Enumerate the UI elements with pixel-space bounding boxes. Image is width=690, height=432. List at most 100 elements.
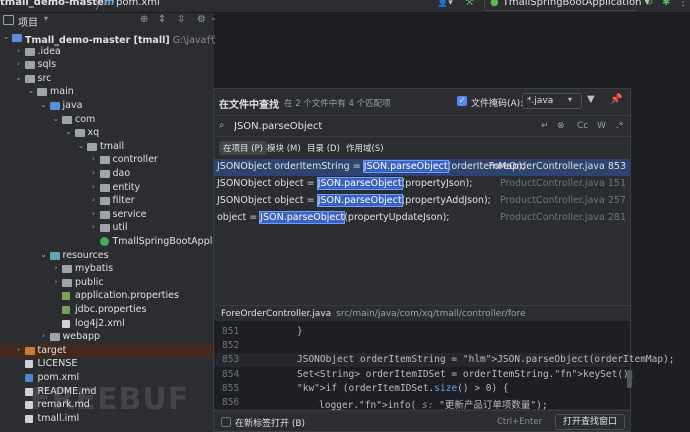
- tree-item-application-properties[interactable]: application.properties: [0, 289, 215, 303]
- line-code: JSONObject orderItemString = "hlm">JSON.…: [297, 354, 675, 366]
- run-config-select[interactable]: ● TmallSpringBootApplication ▾: [484, 0, 650, 11]
- chevron-down-icon[interactable]: ⌄: [40, 100, 48, 109]
- file-mask-select[interactable]: *.java: [522, 93, 582, 109]
- tree-item-license[interactable]: LICENSE: [0, 357, 215, 371]
- tree-item-webapp[interactable]: › webapp: [0, 330, 215, 344]
- breadcrumb-file[interactable]: pom.xml: [116, 0, 160, 8]
- chevron-down-icon[interactable]: ⌄: [2, 32, 10, 41]
- tree-item-controller[interactable]: › controller: [0, 153, 215, 167]
- tree-item-util[interactable]: › util: [0, 221, 215, 235]
- chevron-right-icon[interactable]: ›: [90, 154, 98, 163]
- chevron-right-icon[interactable]: ›: [90, 168, 98, 177]
- search-icon: ⌕: [219, 120, 225, 131]
- result-row[interactable]: JSONObject object = JSON.parseObject(pro…: [214, 176, 630, 193]
- chevron-right-icon[interactable]: ›: [90, 195, 98, 204]
- tree-item-mybatis[interactable]: › mybatis: [0, 262, 215, 276]
- build-hammer-icon[interactable]: ⚒: [465, 0, 474, 8]
- result-row[interactable]: JSONObject orderItemString = JSON.parseO…: [214, 159, 630, 176]
- project-name[interactable]: tmall_demo-master: [0, 0, 109, 8]
- match-case-toggle[interactable]: Cc: [577, 121, 588, 131]
- scope-module-tab[interactable]: 模块 (M): [263, 141, 305, 155]
- tree-item-com[interactable]: ⌄ com: [0, 113, 215, 127]
- line-code: "kw">if (orderItemIDSet.size() > 0) {: [297, 382, 509, 394]
- tree-item-log4j2-xml[interactable]: log4j2.xml: [0, 317, 215, 331]
- tree-item-target[interactable]: › target: [0, 343, 215, 358]
- tree-item-tmall[interactable]: ⌄ tmall: [0, 140, 215, 154]
- expand-all-icon[interactable]: ⇕: [158, 14, 166, 25]
- search-input[interactable]: [234, 119, 534, 133]
- scope-project-tab[interactable]: 在项目 (P): [219, 141, 267, 155]
- tree-item-xq[interactable]: ⌄ xq: [0, 126, 215, 140]
- whole-word-toggle[interactable]: W: [597, 121, 606, 131]
- project-panel-header: 项目 ▾ ⊕ ⇕ ⇳ ⚙ −: [0, 13, 219, 31]
- tree-item-filter[interactable]: › filter: [0, 194, 215, 208]
- open-in-new-tab-label[interactable]: 在新标签打开 (B): [235, 416, 305, 429]
- tree-item-service[interactable]: › service: [0, 208, 215, 222]
- tree-item-tmall-demo-master[interactable]: ⌄Tmall_demo-master [tmall] G:\java代码\系统\…: [0, 31, 270, 46]
- folder-icon: [99, 183, 110, 192]
- chevron-right-icon[interactable]: ›: [52, 263, 60, 272]
- code-preview[interactable]: 851} 852 853 JSONObject orderItemString = "…: [214, 321, 675, 411]
- tree-item-label: webapp: [62, 331, 101, 343]
- tree-item-label: target: [37, 344, 67, 356]
- user-icon[interactable]: 👤▾: [437, 0, 453, 8]
- watermark: FREEBUF: [30, 382, 190, 417]
- tree-item-label: entity: [112, 181, 141, 193]
- rerun-icon[interactable]: ↻: [645, 0, 653, 8]
- collapse-all-icon[interactable]: ⇳: [177, 14, 185, 25]
- chevron-right-icon[interactable]: ›: [52, 277, 60, 286]
- preview-scrollbar[interactable]: [627, 370, 632, 388]
- line-number: 853: [222, 354, 240, 366]
- open-find-window-button[interactable]: 打开查找窗口: [555, 414, 625, 430]
- search-row: ⌕ ↵ ⊗ Cc W .*: [214, 115, 630, 137]
- folder-icon: [37, 88, 47, 97]
- chevron-down-icon[interactable]: ⌄: [27, 86, 35, 95]
- tree-item-idea[interactable]: › .idea: [0, 45, 215, 59]
- clear-icon[interactable]: ⊗: [557, 121, 565, 131]
- tree-item-sqls[interactable]: › sqls: [0, 58, 215, 72]
- tree-item-main[interactable]: ⌄ main: [0, 85, 215, 99]
- gear-icon[interactable]: ⚙: [197, 14, 206, 25]
- chevron-right-icon[interactable]: ›: [40, 331, 48, 340]
- regex-toggle[interactable]: .*: [616, 121, 623, 131]
- tree-item-jdbc-properties[interactable]: jdbc.properties: [0, 303, 215, 317]
- result-code: JSONObject orderItemString = JSON.parseO…: [217, 160, 526, 173]
- pin-icon[interactable]: 📌: [610, 94, 622, 105]
- new-line-icon[interactable]: ↵: [541, 121, 549, 131]
- chevron-right-icon[interactable]: ›: [15, 46, 23, 55]
- result-row[interactable]: JSONObject object = JSON.parseObject(pro…: [214, 193, 630, 210]
- scope-custom-tab[interactable]: 作用域(S): [342, 141, 388, 155]
- tree-item-entity[interactable]: › entity: [0, 181, 215, 195]
- chevron-down-icon[interactable]: ⌄: [15, 73, 23, 82]
- tree-item-java[interactable]: ⌄ java: [0, 99, 215, 113]
- tree-item-tmallspringbootapplicat[interactable]: TmallSpringBootApplicat: [0, 235, 230, 249]
- chevron-down-icon[interactable]: ▾: [568, 95, 572, 104]
- open-in-new-tab-checkbox[interactable]: [221, 417, 231, 427]
- chevron-down-icon[interactable]: ⌄: [52, 114, 60, 123]
- more-icon[interactable]: ⋮: [678, 0, 688, 8]
- file-mask-checkbox[interactable]: ✓: [457, 96, 467, 106]
- chevron-down-icon[interactable]: ⌄: [40, 250, 48, 259]
- tree-item-dao[interactable]: › dao: [0, 167, 215, 181]
- chevron-right-icon[interactable]: ›: [90, 209, 98, 218]
- result-row[interactable]: object = JSON.parseObject(propertyUpdate…: [214, 210, 630, 227]
- folder-icon: [3, 15, 14, 25]
- chevron-right-icon[interactable]: ›: [90, 222, 98, 231]
- line-number: 855: [222, 382, 240, 394]
- debug-icon[interactable]: ✱: [662, 0, 670, 8]
- tree-item-public[interactable]: › public: [0, 276, 215, 290]
- scope-directory-tab[interactable]: 目录 (D): [303, 141, 344, 155]
- chevron-down-icon[interactable]: ▾: [44, 14, 48, 23]
- tree-item-resources[interactable]: ⌄ resources: [0, 249, 215, 263]
- chevron-right-icon[interactable]: ›: [15, 345, 23, 354]
- chevron-right-icon[interactable]: ›: [15, 59, 23, 68]
- tree-item-src[interactable]: ⌄ src: [0, 72, 215, 86]
- project-panel-title[interactable]: 项目: [18, 14, 38, 29]
- chevron-right-icon[interactable]: ›: [90, 182, 98, 191]
- preview-header: ForeOrderController.java src/main/java/co…: [214, 305, 630, 321]
- tree-item-label: .idea: [37, 45, 61, 57]
- filter-icon[interactable]: ▼: [587, 94, 595, 105]
- locate-icon[interactable]: ⊕: [140, 14, 148, 25]
- chevron-down-icon[interactable]: ⌄: [65, 127, 73, 136]
- chevron-down-icon[interactable]: ⌄: [77, 141, 85, 150]
